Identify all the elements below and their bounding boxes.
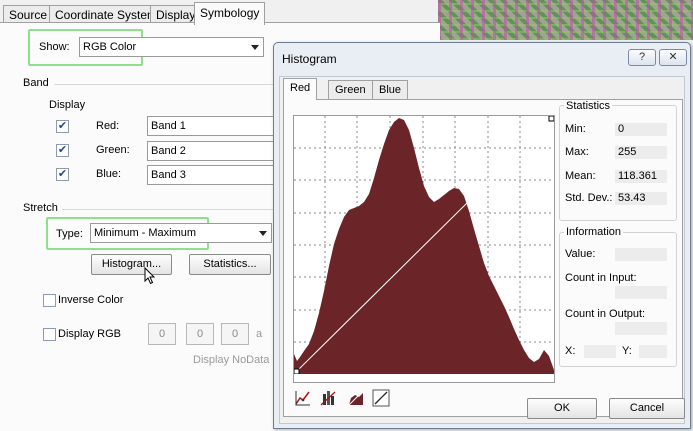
mean-value: 118.361 [615, 170, 667, 183]
blue-band-select[interactable]: Band 3 [147, 165, 275, 185]
value-label: Value: [565, 248, 596, 260]
count-output-label: Count in Output: [565, 308, 646, 320]
rgb-green-input[interactable]: 0 [186, 323, 214, 345]
type-label: Type: [56, 228, 83, 240]
red-band-select-value: Band 1 [151, 120, 186, 132]
red-band-checkbox[interactable]: ✔ [56, 120, 69, 133]
count-input-label: Count in Input: [565, 272, 637, 284]
stretch-max-handle[interactable] [548, 115, 555, 122]
dialog-title: Histogram [282, 52, 337, 66]
red-band-label: Red: [96, 120, 120, 132]
std-dev-label: Std. Dev.: [565, 192, 613, 204]
count-input-field [615, 286, 667, 299]
rgb-blue-input[interactable]: 0 [221, 323, 249, 345]
map-raster-preview [438, 0, 693, 40]
inverse-color-checkbox[interactable] [43, 294, 56, 307]
std-dev-value: 53.43 [615, 192, 667, 205]
tab-blue[interactable]: Blue [372, 80, 409, 99]
statistics-group-title: Statistics [564, 100, 613, 112]
blue-band-label: Blue: [96, 168, 122, 180]
histogram-equalize-icon[interactable] [318, 388, 338, 408]
x-field [584, 345, 616, 358]
red-band-select[interactable]: Band 1 [147, 116, 275, 136]
green-band-checkbox[interactable]: ✔ [56, 144, 69, 157]
statistics-button[interactable]: Statistics... [189, 254, 271, 275]
x-label: X: [565, 345, 576, 357]
tab-red[interactable]: Red [283, 78, 318, 100]
green-band-label: Green: [96, 144, 130, 156]
stretch-group-line [62, 209, 274, 210]
rgb-suffix-label: a [256, 328, 263, 340]
band-group-line [54, 84, 274, 85]
cancel-button[interactable]: Cancel [609, 398, 685, 419]
information-group-title: Information [564, 226, 624, 238]
ok-button[interactable]: OK [527, 398, 597, 419]
stretch-group-title: Stretch [23, 202, 58, 214]
band-group-title: Band [23, 77, 49, 89]
red-tab-panel: Statistics Min: 0 Max: 255 Mean: 118.361… [283, 99, 683, 417]
dialog-body: Red Green Blue Statistics Min: 0 Max: 25… [279, 76, 685, 424]
inverse-color-label: Inverse Color [58, 294, 124, 306]
linear-stretch-icon[interactable] [371, 388, 391, 408]
histogram-chart [293, 115, 555, 375]
stretch-type-select-value: Minimum - Maximum [94, 227, 197, 239]
help-button[interactable]: ? [628, 49, 656, 66]
histogram-button[interactable]: Histogram... [91, 254, 172, 275]
close-button[interactable]: ✕ [659, 49, 687, 66]
nodata-label: Display NoData a [193, 354, 279, 366]
chevron-down-icon [259, 231, 267, 236]
value-field [615, 248, 667, 261]
blue-band-checkbox[interactable]: ✔ [56, 168, 69, 181]
y-field [639, 345, 667, 358]
show-label: Show: [39, 41, 70, 53]
display-rgb-checkbox[interactable] [43, 328, 56, 341]
stretch-min-handle[interactable] [293, 368, 300, 375]
blue-band-select-value: Band 3 [151, 169, 186, 181]
histogram-dialog: Histogram ? ✕ Red Green Blue Statistics … [273, 42, 691, 429]
show-select[interactable]: RGB Color [79, 37, 264, 57]
max-value: 255 [615, 146, 667, 159]
stretch-type-select[interactable]: Minimum - Maximum [90, 223, 272, 243]
show-select-value: RGB Color [83, 41, 137, 53]
histogram-specify-icon[interactable] [346, 388, 366, 408]
green-band-select[interactable]: Band 2 [147, 141, 275, 161]
min-label: Min: [565, 123, 586, 135]
tab-green[interactable]: Green [328, 80, 373, 99]
display-rgb-label: Display RGB [58, 328, 121, 340]
mean-label: Mean: [565, 170, 596, 182]
tab-symbology[interactable]: Symbology [194, 2, 266, 25]
rgb-red-input[interactable]: 0 [148, 323, 176, 345]
mouse-cursor-icon [144, 267, 156, 285]
max-label: Max: [565, 146, 589, 158]
count-output-field [615, 322, 667, 335]
scatter-stretch-icon[interactable] [293, 388, 313, 408]
display-label: Display [49, 99, 86, 111]
histogram-plot[interactable] [293, 115, 555, 383]
chevron-down-icon [251, 45, 259, 50]
min-value: 0 [615, 123, 667, 136]
y-label: Y: [622, 345, 632, 357]
green-band-select-value: Band 2 [151, 145, 186, 157]
